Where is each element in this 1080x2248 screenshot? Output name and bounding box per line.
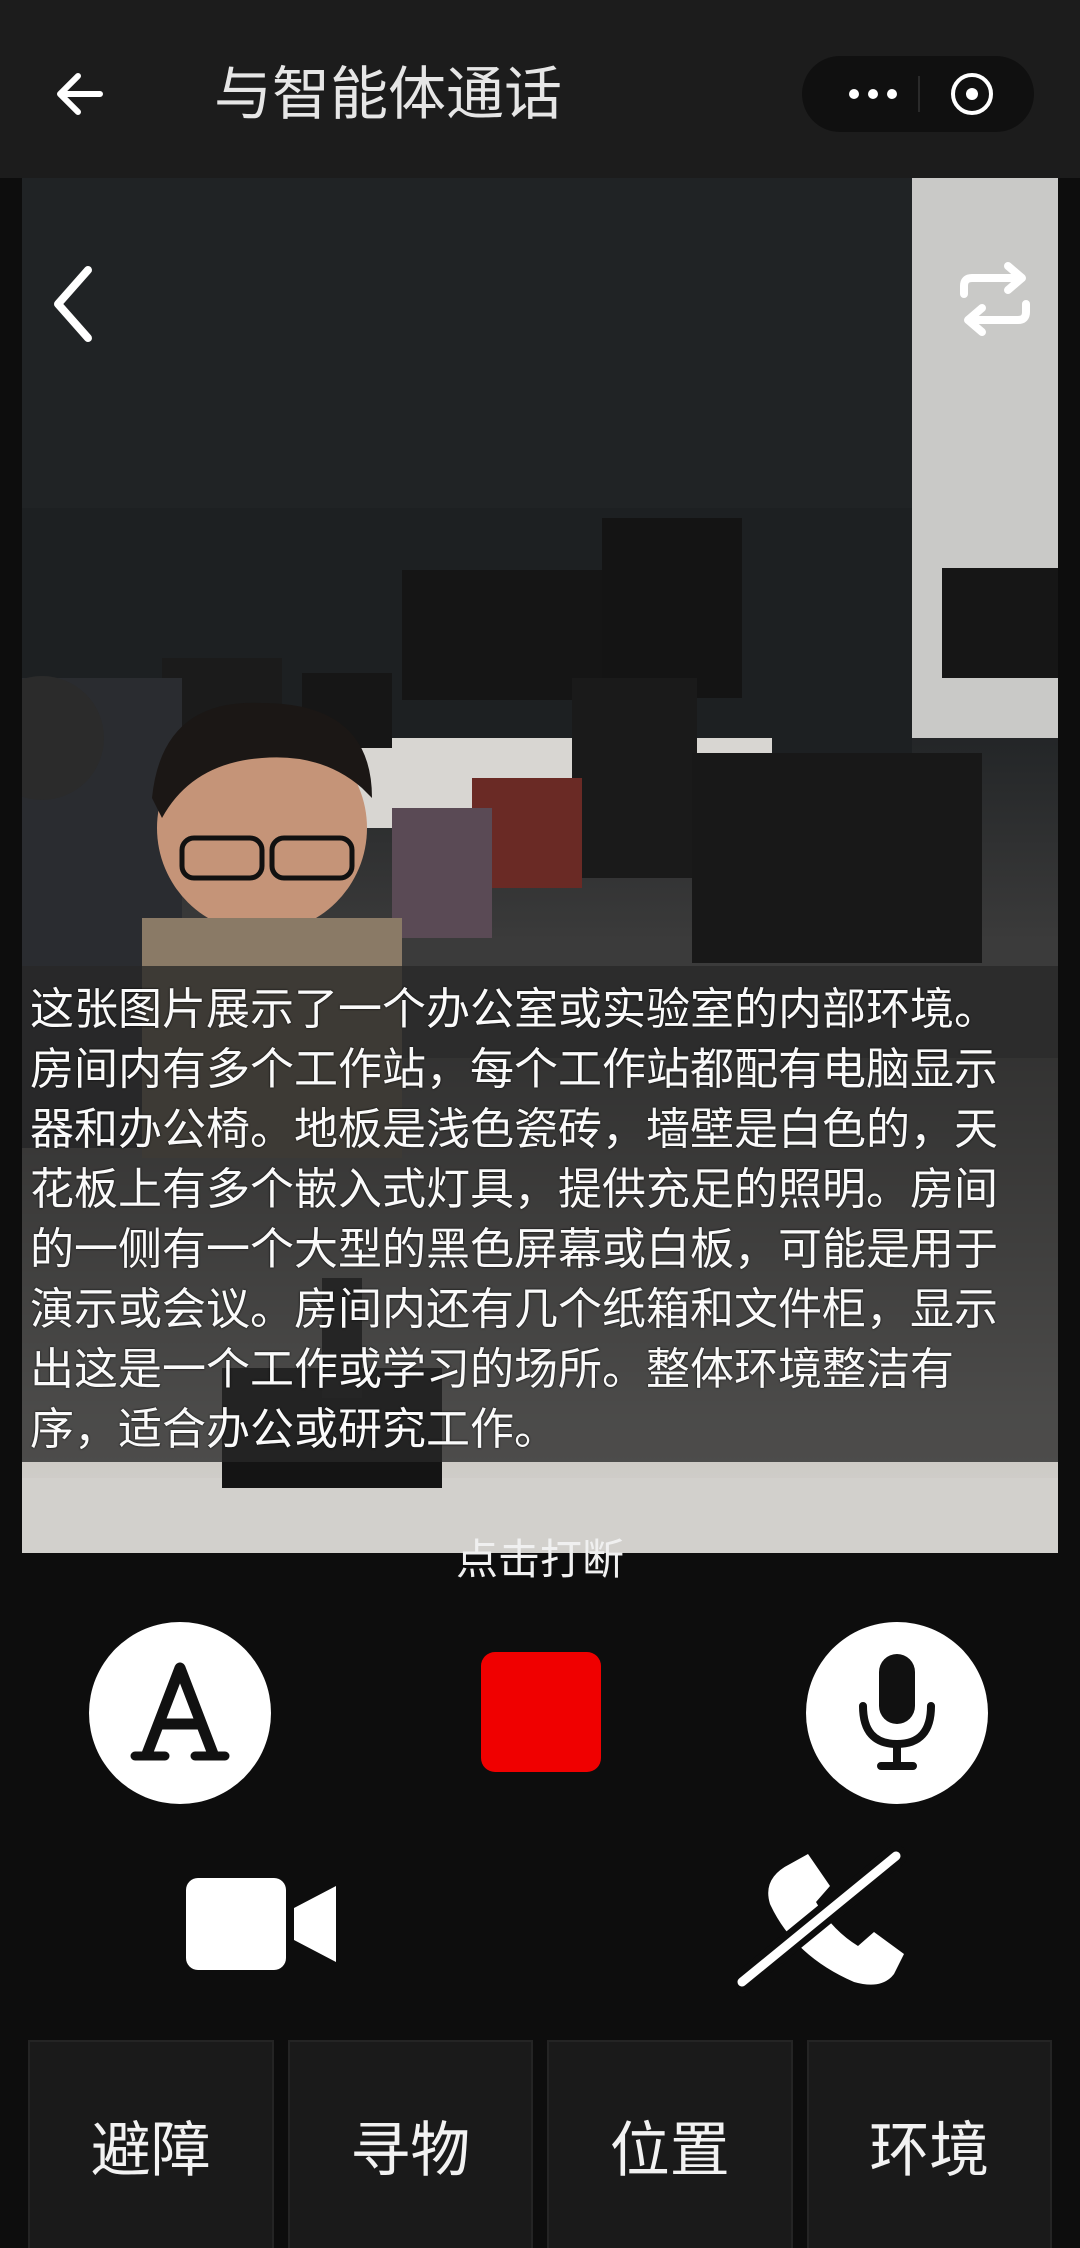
mini-program-capsule	[802, 56, 1034, 132]
tab-object-finding[interactable]: 寻物	[287, 2040, 533, 2248]
capsule-divider	[918, 76, 920, 112]
page-title: 与智能体通话	[214, 60, 563, 128]
scene-description: 这张图片展示了一个办公室或实验室的内部环境。房间内有多个工作站，每个工作站都配有…	[30, 984, 998, 1455]
interrupt-hint[interactable]: 点击打断	[0, 1526, 1080, 1587]
letter-a-icon	[130, 1662, 230, 1761]
chevron-left-icon[interactable]	[48, 262, 98, 346]
video-camera-icon[interactable]	[186, 1872, 338, 1976]
tab-location[interactable]: 位置	[547, 2040, 793, 2248]
arrow-left-icon[interactable]	[50, 64, 110, 124]
mode-tab-bar: 避障 寻物 位置 环境	[28, 2040, 1052, 2248]
tab-environment[interactable]: 环境	[806, 2040, 1052, 2248]
stop-button[interactable]	[481, 1652, 601, 1772]
microphone-icon	[859, 1654, 935, 1770]
phone-off-icon[interactable]	[734, 1846, 908, 1994]
more-dots-icon[interactable]	[838, 72, 908, 116]
microphone-button[interactable]	[806, 1622, 988, 1804]
tab-obstacle-avoidance[interactable]: 避障	[28, 2040, 274, 2248]
text-mode-button[interactable]	[89, 1622, 271, 1804]
close-circle-icon[interactable]	[948, 70, 996, 118]
switch-camera-icon[interactable]	[950, 254, 1040, 344]
top-bar: 与智能体通话	[0, 0, 1080, 178]
